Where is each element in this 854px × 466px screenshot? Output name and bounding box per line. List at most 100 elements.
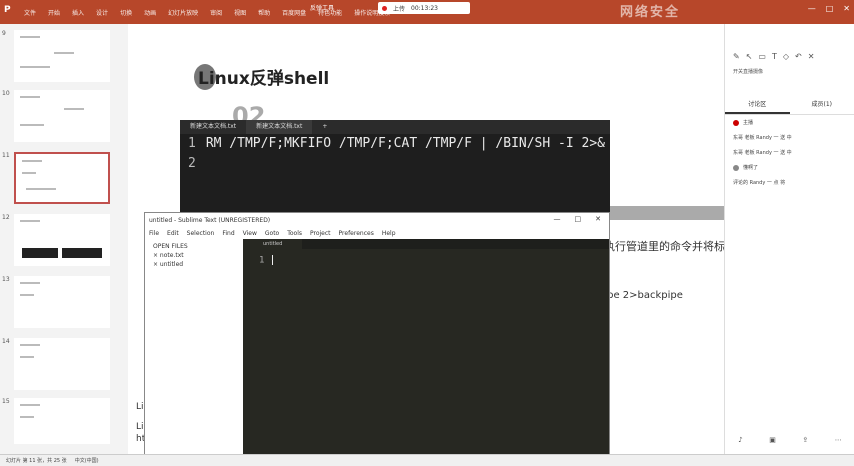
menu-edit[interactable]: Edit xyxy=(167,230,179,237)
ribbon-tab-home[interactable]: 开始 xyxy=(48,8,60,17)
pen-icon[interactable]: ✎ xyxy=(733,52,740,61)
menu-find[interactable]: Find xyxy=(222,230,234,237)
ribbon-tab-baidu[interactable]: 百度网盘 xyxy=(282,8,306,17)
close-icon[interactable]: ✕ xyxy=(843,4,850,13)
thumb-number: 14 xyxy=(2,338,10,345)
recording-indicator[interactable]: 上传 00:13:23 xyxy=(378,2,470,14)
camera-toggle-label[interactable]: 开关直播摄像 xyxy=(725,68,854,75)
thumb-number: 9 xyxy=(2,30,6,37)
sublime-tab-bar: untitled xyxy=(243,239,609,249)
notepad-line[interactable]: 1 RM /TMP/F;MKFIFO /TMP/F;CAT /TMP/F | /B… xyxy=(180,134,610,154)
sublime-title: untitled - Sublime Text (UNREGISTERED) xyxy=(149,216,271,224)
watermark-title: 网络安全 xyxy=(620,5,681,20)
eraser-icon[interactable]: ◇ xyxy=(783,52,789,61)
slide-thumbnail[interactable] xyxy=(14,338,110,390)
panel-bottom-controls: ♪ ▣ ⇪ ⋯ xyxy=(725,436,854,444)
tab-discussion[interactable]: 讨论区 xyxy=(725,95,790,114)
rectangle-icon[interactable]: ▭ xyxy=(758,52,766,61)
ribbon-tab-help[interactable]: 帮助 xyxy=(258,8,270,17)
screen: P 文件 开始 插入 设计 切换 动画 幻灯片放映 审阅 视图 帮助 百度网盘 … xyxy=(0,0,854,466)
panel-tabs: 讨论区 成员(1) xyxy=(725,95,854,115)
text-icon[interactable]: T xyxy=(772,52,777,61)
slide-thumbnail[interactable] xyxy=(14,30,110,82)
thumb-number: 13 xyxy=(2,276,10,283)
slide-thumbnail-panel: 9 10 11 12 13 14 15 xyxy=(0,24,120,454)
slide-thumbnail[interactable] xyxy=(14,398,110,444)
menu-preferences[interactable]: Preferences xyxy=(339,230,374,237)
minimize-icon[interactable]: — xyxy=(808,4,816,13)
ribbon-tab-view[interactable]: 视图 xyxy=(234,8,246,17)
text-cursor xyxy=(272,255,274,265)
share-icon[interactable]: ⇪ xyxy=(802,436,808,444)
pointer-icon[interactable]: ↖ xyxy=(746,52,753,61)
clear-icon[interactable]: ✕ xyxy=(808,52,815,61)
maximize-icon[interactable]: □ xyxy=(575,215,582,223)
menu-project[interactable]: Project xyxy=(310,230,331,237)
thumb-number: 15 xyxy=(2,398,10,405)
more-icon[interactable]: ⋯ xyxy=(835,436,842,444)
slide-title: Linux反弹shell xyxy=(198,69,330,89)
menu-tools[interactable]: Tools xyxy=(287,230,302,237)
slide-body-text: 执行管道里的命令并将标准 xyxy=(604,240,736,253)
thumb-number: 12 xyxy=(2,214,10,221)
ribbon-tab-animation[interactable]: 动画 xyxy=(144,8,156,17)
notepad-tab-bar: 新建文本文档.txt 新建文本文档.txt + xyxy=(180,120,610,134)
status-bar: 幻灯片 第 11 张，共 25 张 中文(中国) xyxy=(0,454,854,466)
thumb-number: 10 xyxy=(2,90,10,97)
ppt-logo-icon: P xyxy=(4,5,11,15)
menu-view[interactable]: View xyxy=(243,230,257,237)
sublime-window[interactable]: untitled - Sublime Text (UNREGISTERED) —… xyxy=(144,212,610,466)
camera-icon[interactable]: ▣ xyxy=(769,436,776,444)
open-file-item[interactable]: × untitled xyxy=(153,261,235,268)
sublime-editor[interactable]: untitled 1 xyxy=(243,239,609,466)
editor-tab[interactable]: untitled xyxy=(243,239,303,249)
notepad-window[interactable]: 新建文本文档.txt 新建文本文档.txt + 1 RM /TMP/F;MKFIF… xyxy=(180,120,610,214)
chat-message: 东哥 老板 Randy 一 送 中 xyxy=(733,150,792,156)
tab-members[interactable]: 成员(1) xyxy=(790,95,854,114)
slide-thumbnail[interactable] xyxy=(14,214,110,266)
ribbon-tab-transition[interactable]: 切换 xyxy=(120,8,132,17)
avatar xyxy=(733,164,739,171)
slide-counter: 幻灯片 第 11 张，共 25 张 xyxy=(6,458,67,464)
ribbon-tab-design[interactable]: 设计 xyxy=(96,8,108,17)
microphone-icon[interactable]: ♪ xyxy=(738,436,742,444)
chat-message: 评论的 Randy 一 点 将 xyxy=(733,180,786,186)
slide-thumbnail[interactable] xyxy=(14,90,110,142)
recording-label: 上传 xyxy=(393,5,406,13)
minimize-icon[interactable]: — xyxy=(554,215,561,223)
annotation-toolbar: ✎ ↖ ▭ T ◇ ↶ ✕ xyxy=(725,44,854,68)
ribbon-tab-review[interactable]: 审阅 xyxy=(210,8,222,17)
slide-fragment-text: Li xyxy=(136,422,144,432)
sublime-sidebar: OPEN FILES × note.txt × untitled xyxy=(145,239,243,466)
thumb-number: 11 xyxy=(2,152,10,159)
menu-selection[interactable]: Selection xyxy=(187,230,215,237)
window-controls: — □ ✕ xyxy=(808,4,850,13)
document-title: 反弹工具 xyxy=(310,5,335,12)
sublime-menu-bar: File Edit Selection Find View Goto Tools… xyxy=(145,227,609,239)
recording-time: 00:13:23 xyxy=(411,4,438,12)
notepad-line[interactable]: 2 xyxy=(180,154,610,174)
sublime-titlebar: untitled - Sublime Text (UNREGISTERED) —… xyxy=(145,213,609,227)
language-indicator: 中文(中国) xyxy=(74,458,99,464)
slide-body-text: pipe 2>backpipe xyxy=(598,290,683,301)
undo-icon[interactable]: ↶ xyxy=(795,52,802,61)
slide-thumbnail-active[interactable] xyxy=(14,152,110,204)
notepad-tab-active[interactable]: 新建文本文档.txt xyxy=(246,120,313,134)
avatar xyxy=(733,119,739,126)
menu-goto[interactable]: Goto xyxy=(265,230,279,237)
new-tab-icon[interactable]: + xyxy=(312,120,337,134)
ribbon-tab-file[interactable]: 文件 xyxy=(24,8,36,17)
notepad-tab[interactable]: 新建文本文档.txt xyxy=(180,120,246,134)
editor-line[interactable]: 1 xyxy=(243,249,609,266)
close-icon[interactable]: ✕ xyxy=(595,215,601,223)
menu-help[interactable]: Help xyxy=(382,230,396,237)
slide-thumbnail[interactable] xyxy=(14,276,110,328)
ribbon-tab-slideshow[interactable]: 幻灯片放映 xyxy=(168,8,198,17)
maximize-icon[interactable]: □ xyxy=(826,4,834,13)
open-file-item[interactable]: × note.txt xyxy=(153,252,235,259)
chat-message: 主播 xyxy=(725,115,854,130)
chat-message: 东哥 老板 Randy 一 送 中 xyxy=(733,135,792,141)
ribbon-tab-insert[interactable]: 插入 xyxy=(72,8,84,17)
live-chat-panel: ✎ ↖ ▭ T ◇ ↶ ✕ 开关直播摄像 讨论区 成员(1) 主播 东哥 老板 … xyxy=(724,24,854,454)
menu-file[interactable]: File xyxy=(149,230,159,237)
